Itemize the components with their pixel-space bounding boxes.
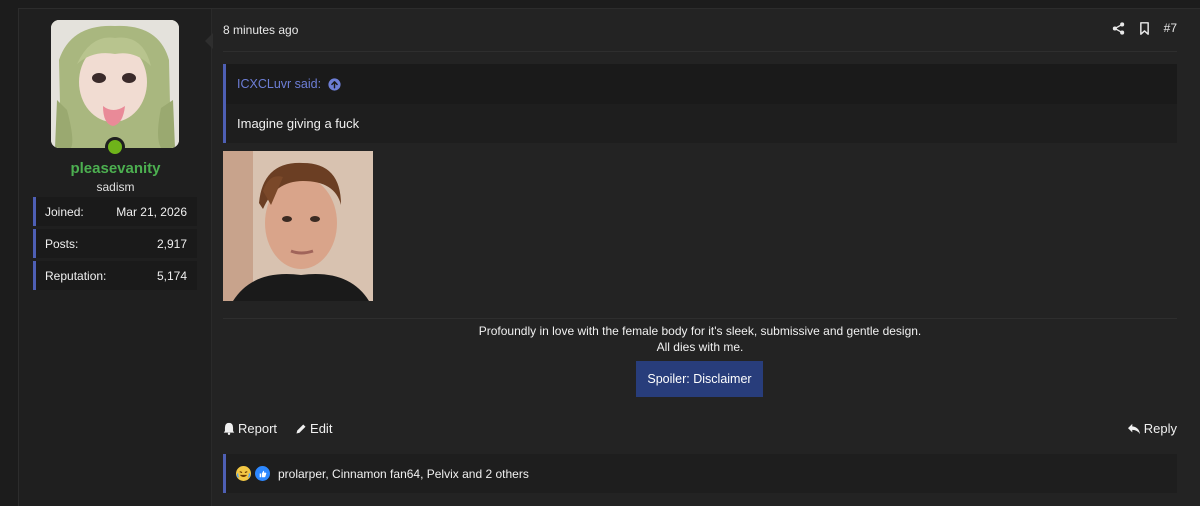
arrow-up-circle-icon[interactable] [328,77,341,91]
post-number[interactable]: #7 [1164,21,1177,35]
reactions-users[interactable]: prolarper, Cinnamon fan64, Pelvix and 2 … [278,467,529,481]
bell-icon [223,422,235,435]
signature-divider [223,318,1177,319]
share-icon[interactable] [1112,21,1125,35]
photo-image [223,151,373,301]
avatar-image [51,20,179,148]
stat-joined: Joined: Mar 21, 2026 [33,197,197,226]
laughing-emoji-icon [236,466,251,481]
signature-line: Profoundly in love with the female body … [478,324,922,338]
post-header-actions: #7 [1112,21,1177,35]
user-title: sadism [96,180,135,194]
stat-posts: Posts: 2,917 [33,229,197,258]
quote-block: ICXCLuvr said: Imagine giving a fuck [223,64,1177,143]
quote-text: Imagine giving a fuck [237,116,360,131]
reply-button[interactable]: Reply [1127,421,1177,436]
spoiler-button[interactable]: Spoiler: Disclaimer [636,361,763,397]
edit-button[interactable]: Edit [295,421,332,436]
reply-label: Reply [1143,421,1177,436]
stat-label: Posts: [45,236,79,251]
report-button[interactable]: Report [223,421,277,436]
stat-value: Mar 21, 2026 [116,204,187,219]
divider [223,51,1177,52]
post-timestamp[interactable]: 8 minutes ago [223,23,298,37]
stat-value: 2,917 [156,236,187,251]
quote-author[interactable]: ICXCLuvr said: [237,77,321,91]
stat-reputation: Reputation: 5,174 [33,261,197,290]
pencil-icon [296,424,306,433]
bookmark-icon[interactable] [1139,21,1150,35]
post-container: pleasevanity sadism Joined: Mar 21, 2026… [18,8,1200,506]
reactions-bar[interactable]: prolarper, Cinnamon fan64, Pelvix and 2 … [223,454,1177,493]
edit-label: Edit [310,421,333,436]
stat-value: 5,174 [156,268,187,283]
user-info-panel: pleasevanity sadism Joined: Mar 21, 2026… [19,9,212,506]
post-main: 8 minutes ago #7 ICXCLuvr said: Imagine … [223,9,1177,506]
stat-label: Joined: [45,204,84,219]
online-status-icon [105,137,125,157]
post-pointer-arrow [205,33,213,49]
avatar[interactable] [51,20,179,148]
post-image[interactable] [223,151,373,301]
stat-label: Reputation: [45,268,107,283]
like-emoji-icon [255,466,270,481]
username[interactable]: pleasevanity [19,160,212,177]
reply-icon [1127,423,1140,434]
signature-line: All dies with me. [656,340,744,354]
report-label: Report [238,421,278,436]
post-footer-actions: Report Edit [223,421,332,436]
quote-header: ICXCLuvr said: [226,64,1177,104]
